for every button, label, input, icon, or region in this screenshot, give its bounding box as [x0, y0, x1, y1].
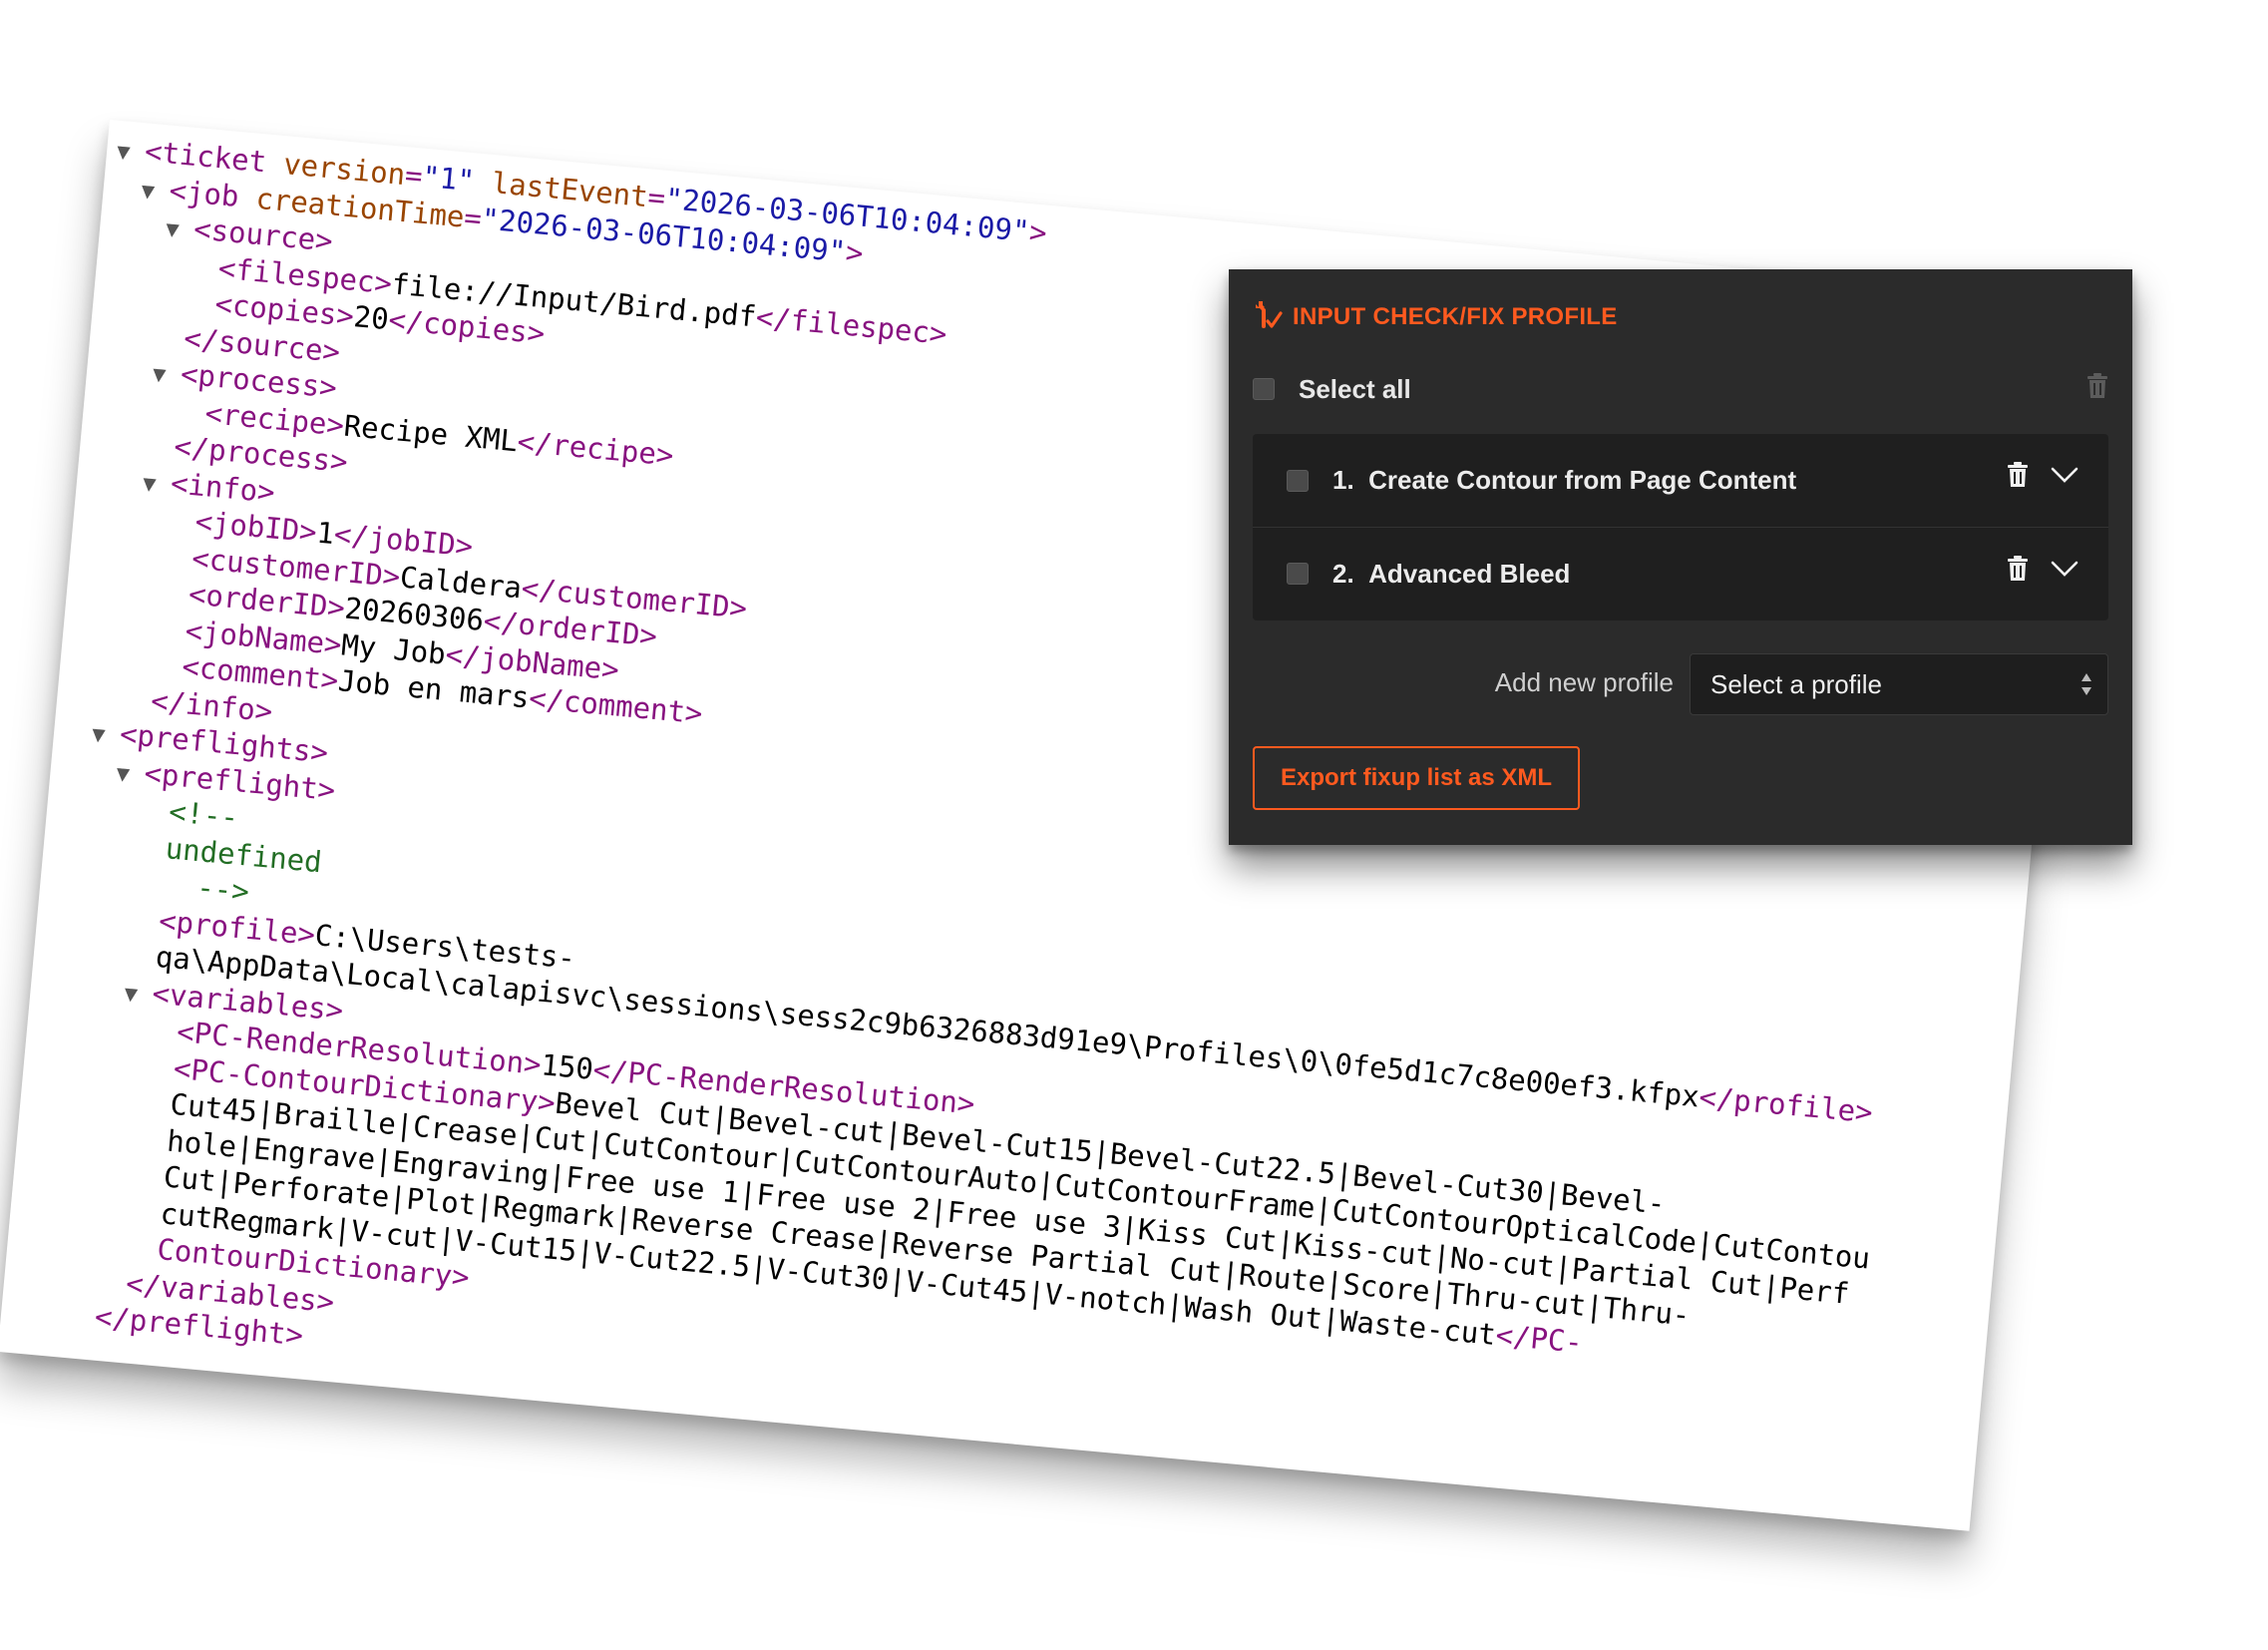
select-all-row: Select all [1253, 369, 2108, 409]
collapse-triangle-icon[interactable]: ▼ [165, 212, 195, 251]
xml-token: "1" [420, 159, 477, 199]
collapse-triangle-icon[interactable]: ▼ [90, 717, 121, 756]
xml-token: --> [161, 867, 251, 909]
xml-token: <job [168, 173, 258, 215]
input-check-fix-profile-panel: INPUT CHECK/FIX PROFILE Select all 1. Cr… [1229, 269, 2132, 845]
xml-token: 150 [540, 1047, 595, 1086]
fixup-item-1[interactable]: 1. Create Contour from Page Content [1253, 434, 2108, 527]
add-profile-row: Add new profile Select a profile [1253, 653, 2108, 717]
fixup-item-2[interactable]: 2. Advanced Bleed [1253, 527, 2108, 619]
collapse-triangle-icon[interactable]: ▼ [141, 466, 172, 505]
wrench-check-icon [1253, 299, 1283, 336]
select-arrows-icon [2079, 668, 2093, 705]
panel-header: INPUT CHECK/FIX PROFILE [1253, 297, 1618, 337]
collapse-triangle-icon[interactable]: ▼ [115, 135, 146, 174]
trash-icon[interactable] [2007, 462, 2029, 493]
xml-token: <!-- [167, 794, 240, 835]
xml-token: 20 [352, 299, 391, 337]
xml-token: </PC- [1494, 1317, 1585, 1360]
fixup-item-checkbox[interactable] [1287, 469, 1309, 492]
fixup-list: 1. Create Contour from Page Content 2. A… [1253, 434, 2108, 620]
fixup-item-label: 2. Advanced Bleed [1332, 558, 1571, 589]
profile-select[interactable]: Select a profile [1690, 653, 2108, 715]
trash-icon[interactable] [2007, 556, 2029, 587]
xml-token: > [844, 234, 865, 270]
add-profile-label: Add new profile [1494, 667, 1674, 697]
select-all-checkbox[interactable] [1253, 378, 1275, 400]
select-all-label: Select all [1299, 373, 1411, 404]
export-fixup-list-button[interactable]: Export fixup list as XML [1253, 746, 1580, 810]
collapse-triangle-icon[interactable]: ▼ [151, 357, 182, 396]
chevron-down-icon[interactable] [2051, 560, 2079, 583]
fixup-item-label: 1. Create Contour from Page Content [1332, 465, 1797, 495]
collapse-triangle-icon[interactable]: ▼ [123, 977, 154, 1016]
panel-title: INPUT CHECK/FIX PROFILE [1293, 303, 1618, 330]
profile-select-value: Select a profile [1710, 668, 1882, 699]
xml-token: > [1027, 214, 1049, 250]
collapse-triangle-icon[interactable]: ▼ [140, 174, 171, 212]
collapse-triangle-icon[interactable]: ▼ [115, 756, 146, 795]
trash-icon[interactable] [2086, 373, 2108, 404]
chevron-down-icon[interactable] [2051, 466, 2079, 489]
fixup-item-checkbox[interactable] [1287, 563, 1309, 585]
